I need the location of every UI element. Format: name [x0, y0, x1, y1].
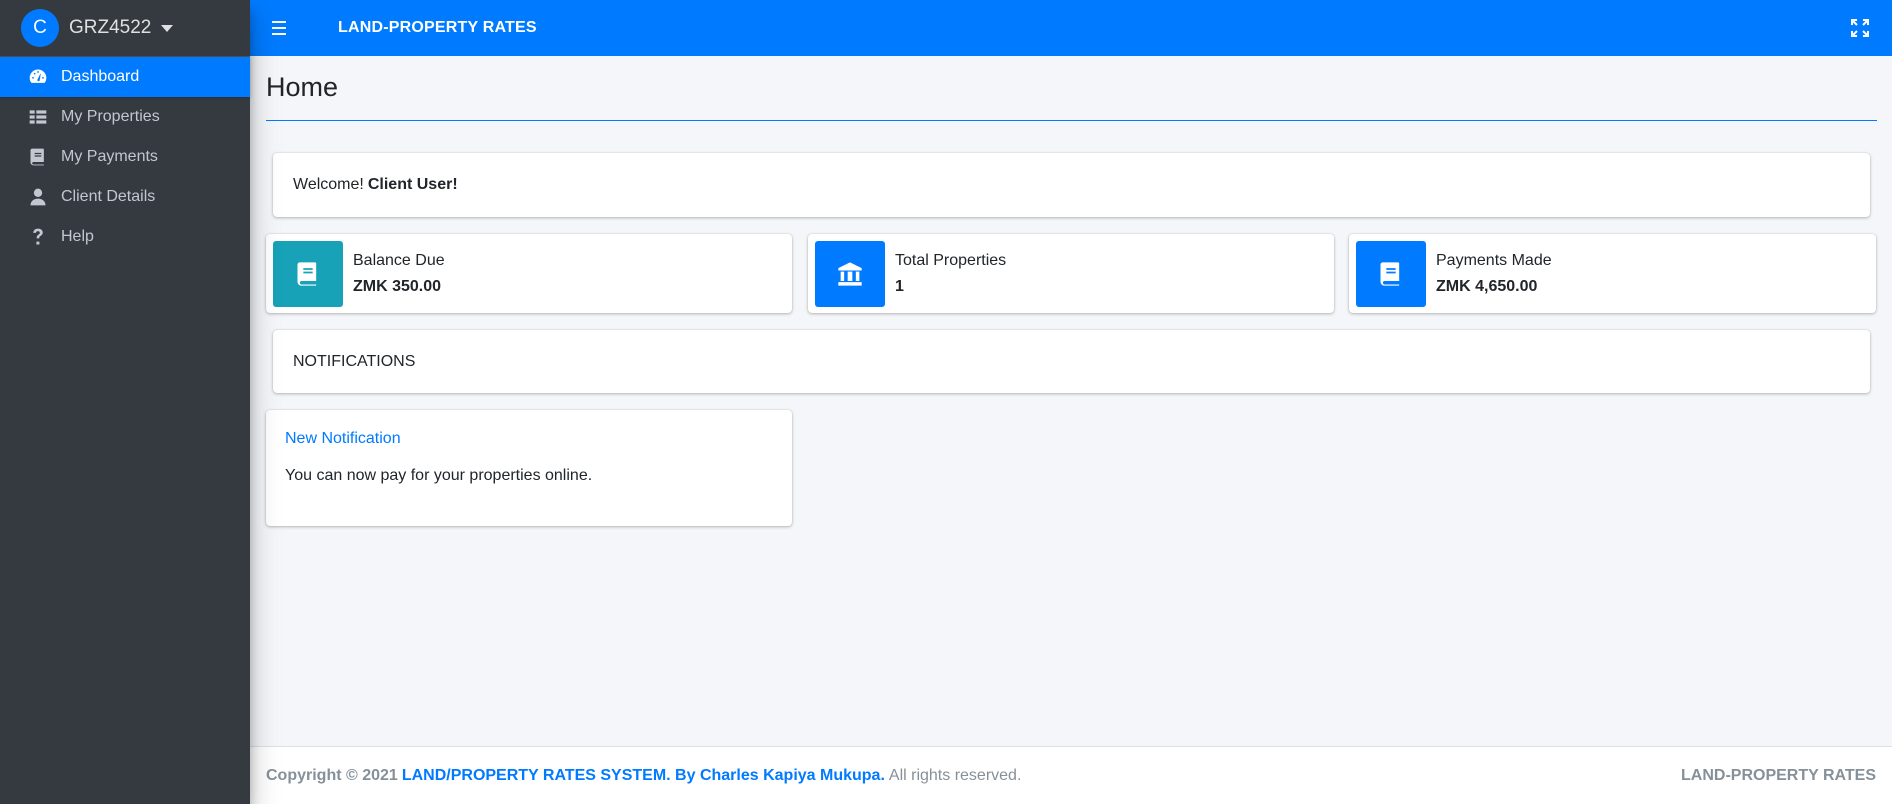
- avatar[interactable]: C: [21, 9, 59, 47]
- sidebar-item-dashboard[interactable]: Dashboard: [0, 57, 250, 97]
- sidebar-item-label: Help: [61, 228, 94, 245]
- sidebar-item-my-properties[interactable]: My Properties: [0, 97, 250, 137]
- topbar: LAND-PROPERTY RATES: [250, 0, 1892, 56]
- user-menu[interactable]: C GRZ4522: [0, 0, 250, 57]
- sidebar-item-label: Client Details: [61, 188, 156, 205]
- info-box-value: ZMK 350.00: [353, 277, 442, 295]
- info-box-balance-due: Balance Due ZMK 350.00: [266, 234, 792, 313]
- welcome-name: Client User!: [367, 176, 458, 193]
- info-box-payments-made: Payments Made ZMK 4,650.00: [1349, 234, 1876, 313]
- dashboard-icon: [27, 66, 49, 88]
- info-box-value: 1: [895, 277, 904, 295]
- sidebar-item-help[interactable]: Help: [0, 217, 250, 257]
- topbar-title[interactable]: LAND-PROPERTY RATES: [338, 19, 537, 37]
- sidebar-item-label: My Payments: [61, 148, 158, 165]
- sidebar-item-label: My Properties: [61, 108, 160, 125]
- welcome-card: Welcome! Client User!: [273, 153, 1870, 217]
- footer-rights: All rights reserved.: [888, 766, 1022, 784]
- info-box-value: ZMK 4,650.00: [1436, 277, 1538, 295]
- footer-app-name: LAND-PROPERTY RATES: [1681, 766, 1876, 784]
- footer: Copyright © 2021 LAND/PROPERTY RATES SYS…: [250, 746, 1892, 804]
- info-box-label: Balance Due: [353, 251, 445, 269]
- sidebar: C GRZ4522 Dashboard My Properties My Pay…: [0, 0, 250, 804]
- notification-body: You can now pay for your properties onli…: [285, 467, 593, 484]
- sidebar-nav: Dashboard My Properties My Payments Clie…: [0, 57, 250, 257]
- page-title: Home: [266, 72, 339, 102]
- book-icon: [273, 240, 343, 307]
- question-icon: [27, 226, 49, 248]
- footer-copyright: Copyright © 2021: [266, 766, 398, 784]
- info-box-total-properties: Total Properties 1: [808, 234, 1334, 313]
- book-icon: [1356, 240, 1426, 307]
- footer-link[interactable]: LAND/PROPERTY RATES SYSTEM. By Charles K…: [402, 767, 885, 785]
- sidebar-item-my-payments[interactable]: My Payments: [0, 137, 250, 177]
- bank-icon: [815, 240, 885, 307]
- sidebar-item-client-details[interactable]: Client Details: [0, 177, 250, 217]
- sidebar-item-label: Dashboard: [61, 68, 140, 85]
- notification-title-link[interactable]: New Notification: [285, 430, 773, 448]
- table-icon: [27, 106, 49, 128]
- info-box-label: Payments Made: [1436, 251, 1552, 269]
- notification-card: New Notification You can now pay for you…: [266, 410, 792, 526]
- user-icon: [27, 186, 49, 208]
- title-divider: [266, 120, 1877, 121]
- welcome-prefix: Welcome!: [293, 176, 364, 193]
- main-content: Home Welcome! Client User! Balance Due Z…: [250, 56, 1892, 746]
- notifications-header: NOTIFICATIONS: [273, 330, 1870, 393]
- book-icon: [27, 146, 49, 168]
- menu-toggle-icon[interactable]: [272, 17, 294, 39]
- user-code[interactable]: GRZ4522: [69, 17, 151, 39]
- caret-down-icon[interactable]: [161, 24, 174, 32]
- fullscreen-icon[interactable]: [1850, 18, 1870, 38]
- info-box-label: Total Properties: [895, 251, 1007, 269]
